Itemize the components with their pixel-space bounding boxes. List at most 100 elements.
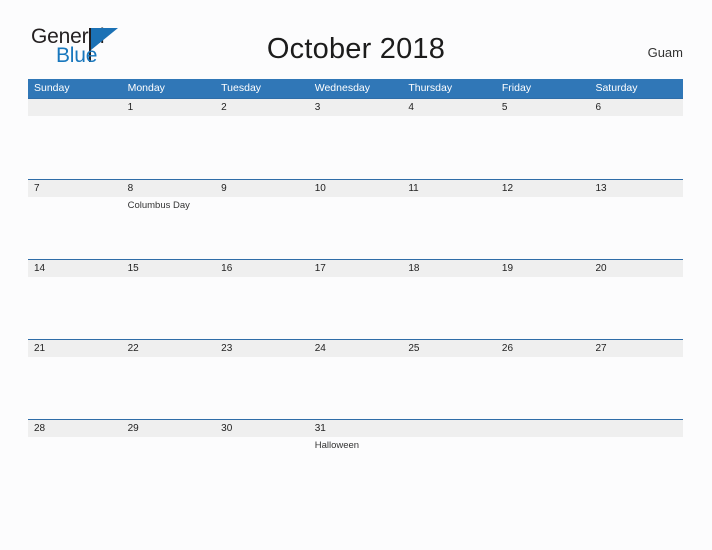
day-cell[interactable] <box>402 197 496 259</box>
calendar-week-row: 7 8 9 10 11 12 13 Columbus Day <box>28 179 683 259</box>
weekday-header-row: Sunday Monday Tuesday Wednesday Thursday Frid… <box>28 79 683 98</box>
holiday-event-label: Halloween <box>314 440 360 451</box>
day-cell[interactable] <box>496 277 590 339</box>
day-cell[interactable] <box>589 437 683 499</box>
week-date-number-row: 123456 <box>28 99 683 116</box>
day-number[interactable]: 12 <box>496 180 590 197</box>
weekday-header-thursday: Thursday <box>408 82 453 94</box>
day-number[interactable]: 5 <box>496 99 590 116</box>
week-date-number-row: 28 29 30 31 <box>28 420 683 437</box>
calendar-weeks: 1 2 3 4 5 6 7 8 9 10 11 12 13 Columbus Day 14 15 16 17 18 1… <box>28 98 683 499</box>
holiday-event-label: Columbus Day <box>127 200 190 211</box>
day-number[interactable]: 9 <box>215 180 309 197</box>
day-cell[interactable] <box>589 197 683 259</box>
day-cell[interactable] <box>122 116 216 179</box>
day-number[interactable]: 18 <box>402 260 496 277</box>
day-number-empty <box>402 420 496 437</box>
day-number[interactable]: 7 <box>28 180 122 197</box>
weekday-header-saturday: Saturday <box>595 82 638 94</box>
day-number[interactable]: 25 <box>402 340 496 357</box>
day-cell[interactable] <box>215 437 309 499</box>
day-cell[interactable] <box>28 277 122 339</box>
day-cell[interactable] <box>122 357 216 419</box>
day-cell[interactable] <box>496 116 590 179</box>
day-cell[interactable] <box>402 437 496 499</box>
day-number[interactable]: 13 <box>589 180 683 197</box>
calendar-grid: Sunday Monday Tuesday Wednesday Thursday Frid… <box>28 79 683 499</box>
day-cell[interactable] <box>28 116 122 179</box>
day-cell[interactable] <box>496 437 590 499</box>
day-cell[interactable] <box>215 277 309 339</box>
day-number[interactable]: 26 <box>496 340 590 357</box>
day-cell[interactable] <box>309 357 403 419</box>
week-event-row: Columbus Day <box>28 197 683 259</box>
weekday-header-monday: Monday <box>127 82 165 94</box>
day-cell[interactable] <box>309 197 403 259</box>
day-cell[interactable] <box>215 357 309 419</box>
day-number[interactable]: 3 <box>309 99 403 116</box>
day-number[interactable]: 1 <box>122 99 216 116</box>
calendar-week-row: 28 29 30 31 Halloween <box>28 419 683 499</box>
day-number[interactable]: 10 <box>309 180 403 197</box>
day-number[interactable]: 24 <box>309 340 403 357</box>
day-cell[interactable]: Halloween <box>309 437 403 499</box>
day-number[interactable]: 17 <box>309 260 403 277</box>
week-date-number-row: 14 15 16 17 18 19 20 <box>28 260 683 277</box>
day-cell[interactable]: Columbus Day <box>122 197 216 259</box>
calendar-week-row: 123456 <box>28 98 683 179</box>
weekday-header-wednesday: Wednesday <box>314 82 370 94</box>
day-number[interactable]: 14 <box>28 260 122 277</box>
day-number[interactable]: 23 <box>215 340 309 357</box>
weekday-header-friday: Friday <box>501 82 532 94</box>
day-number[interactable]: 16 <box>215 260 309 277</box>
page-title: October 2018 <box>266 33 446 65</box>
day-number-empty <box>28 99 122 116</box>
day-number[interactable]: 31 <box>309 420 403 437</box>
day-cell[interactable] <box>402 357 496 419</box>
day-cell[interactable] <box>215 197 309 259</box>
day-number[interactable]: 4 <box>402 99 496 116</box>
day-cell[interactable] <box>496 197 590 259</box>
day-cell[interactable] <box>122 277 216 339</box>
day-cell[interactable] <box>589 116 683 179</box>
page-header: General Blue October 2018 Guam <box>0 0 712 66</box>
day-cell[interactable] <box>496 357 590 419</box>
day-cell[interactable] <box>309 277 403 339</box>
day-number[interactable]: 29 <box>122 420 216 437</box>
week-date-number-row: 7 8 9 10 11 12 13 <box>28 180 683 197</box>
day-cell[interactable] <box>402 116 496 179</box>
week-event-row <box>28 357 683 419</box>
day-number[interactable]: 8 <box>122 180 216 197</box>
day-cell[interactable] <box>589 277 683 339</box>
day-cell[interactable] <box>589 357 683 419</box>
day-number[interactable]: 30 <box>215 420 309 437</box>
week-event-row <box>28 116 683 179</box>
day-number-empty <box>589 420 683 437</box>
calendar-week-row: 21 22 23 24 25 26 27 <box>28 339 683 419</box>
day-number[interactable]: 11 <box>402 180 496 197</box>
day-number[interactable]: 21 <box>28 340 122 357</box>
day-cell[interactable] <box>122 437 216 499</box>
week-event-row <box>28 277 683 339</box>
day-number[interactable]: 6 <box>589 99 683 116</box>
day-number[interactable]: 2 <box>215 99 309 116</box>
calendar-page: General Blue October 2018 Guam Sunday Mon… <box>0 0 712 550</box>
week-date-number-row: 21 22 23 24 25 26 27 <box>28 340 683 357</box>
day-number[interactable]: 27 <box>589 340 683 357</box>
day-number[interactable]: 28 <box>28 420 122 437</box>
day-cell[interactable] <box>215 116 309 179</box>
day-cell[interactable] <box>28 437 122 499</box>
week-event-row: Halloween <box>28 437 683 499</box>
weekday-header-tuesday: Tuesday <box>221 82 262 94</box>
day-number[interactable]: 22 <box>122 340 216 357</box>
day-cell[interactable] <box>28 357 122 419</box>
locale-label: Guam <box>647 45 683 60</box>
day-number[interactable]: 15 <box>122 260 216 277</box>
day-number[interactable]: 20 <box>589 260 683 277</box>
day-number[interactable]: 19 <box>496 260 590 277</box>
day-cell[interactable] <box>402 277 496 339</box>
day-cell[interactable] <box>309 116 403 179</box>
calendar-week-row: 14 15 16 17 18 19 20 <box>28 259 683 339</box>
day-cell[interactable] <box>28 197 122 259</box>
weekday-header-sunday: Sunday <box>34 82 70 94</box>
